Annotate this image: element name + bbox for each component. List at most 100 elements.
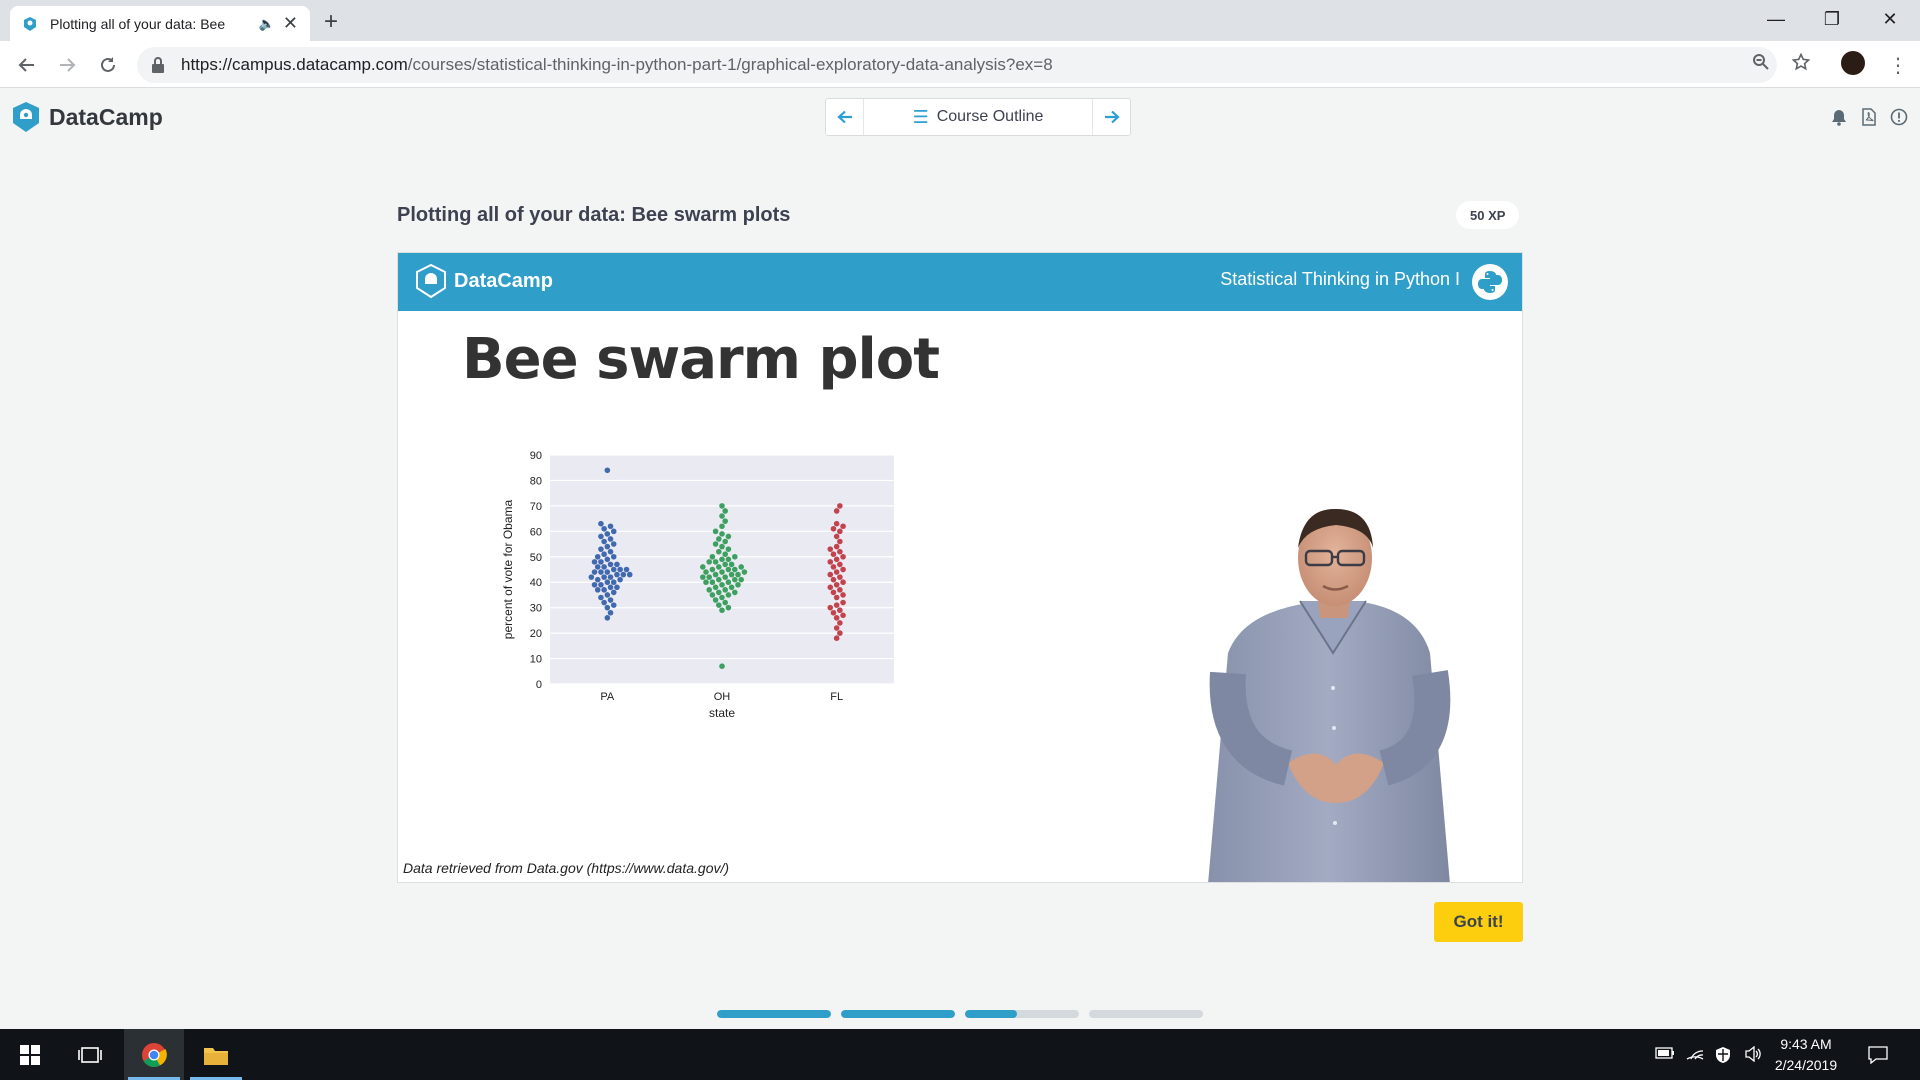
- swarm-point-pa: [610, 566, 617, 573]
- swarm-point-pa: [607, 523, 614, 530]
- swarm-point-pa: [591, 581, 598, 588]
- next-exercise-arrow-icon[interactable]: [1093, 99, 1130, 135]
- minimize-icon[interactable]: —: [1748, 4, 1804, 34]
- swarm-point-fl: [830, 609, 837, 616]
- chrome-taskbar-icon[interactable]: [124, 1029, 184, 1080]
- notifications-icon[interactable]: [1868, 1046, 1888, 1068]
- swarm-point-fl: [837, 620, 843, 626]
- swarm-point-oh: [709, 592, 716, 598]
- pdf-icon[interactable]: [1860, 108, 1878, 126]
- swarm-point-oh: [738, 576, 744, 583]
- swarm-point-pa: [607, 561, 614, 568]
- swarm-point-pa: [601, 538, 607, 545]
- zoom-icon[interactable]: [1752, 53, 1770, 76]
- speaker-icon[interactable]: 🔈: [259, 16, 275, 32]
- restore-icon[interactable]: ❐: [1804, 4, 1860, 34]
- y-tick-label: 50: [530, 552, 542, 564]
- swarm-point-fl: [837, 607, 843, 614]
- swarm-point-oh: [719, 531, 725, 537]
- swarm-point-pa: [607, 548, 614, 555]
- swarm-point-pa: [607, 597, 614, 603]
- prev-exercise-arrow-icon[interactable]: [826, 99, 863, 135]
- forward-icon[interactable]: [51, 49, 83, 81]
- got-it-button[interactable]: Got it!: [1434, 902, 1523, 942]
- video-slide[interactable]: DataCamp Statistical Thinking in Python …: [397, 252, 1523, 883]
- swarm-point-fl: [840, 592, 846, 598]
- wifi-icon[interactable]: [1686, 1046, 1704, 1064]
- swarm-point-oh: [732, 576, 738, 583]
- swarm-point-oh: [719, 543, 725, 550]
- swarm-point-fl: [837, 561, 843, 568]
- swarm-point-fl: [833, 594, 840, 601]
- course-outline-button[interactable]: ☰ Course Outline: [863, 99, 1093, 135]
- y-tick-label: 20: [530, 628, 542, 640]
- swarm-point-oh: [712, 597, 719, 603]
- swarm-point-oh: [728, 584, 735, 591]
- bell-icon[interactable]: [1830, 108, 1848, 126]
- swarm-point-fl: [833, 581, 840, 588]
- profile-avatar[interactable]: [1841, 51, 1865, 75]
- swarm-point-fl: [830, 551, 837, 558]
- battery-icon[interactable]: [1655, 1046, 1675, 1063]
- swarm-point-fl: [840, 523, 846, 530]
- task-view-icon[interactable]: [62, 1029, 118, 1080]
- back-icon[interactable]: [11, 49, 43, 81]
- swarm-point-oh: [722, 574, 728, 580]
- swarm-point-pa: [617, 576, 623, 583]
- swarm-point-fl: [840, 553, 846, 560]
- browser-tab[interactable]: Plotting all of your data: Bee 🔈 ✕: [10, 6, 310, 41]
- swarm-point-pa: [604, 604, 611, 611]
- swarm-point-pa: [610, 602, 617, 608]
- swarm-point-oh: [738, 564, 744, 570]
- swarm-point-pa: [598, 546, 604, 552]
- close-tab-icon[interactable]: ✕: [283, 13, 298, 34]
- datacamp-logo[interactable]: DataCamp: [11, 101, 163, 133]
- clock-date: 2/24/2019: [1774, 1057, 1838, 1073]
- window-close-icon[interactable]: ✕: [1862, 4, 1918, 34]
- system-clock[interactable]: 9:43 AM 2/24/2019: [1756, 1034, 1856, 1076]
- swarm-point-pa: [604, 579, 611, 586]
- y-tick-label: 0: [536, 679, 542, 691]
- swarm-point-pa: [598, 594, 604, 601]
- new-tab-icon[interactable]: +: [324, 8, 338, 36]
- swarm-point-oh: [700, 564, 706, 570]
- swarm-point-pa: [604, 592, 611, 598]
- swarm-point-fl: [833, 508, 840, 514]
- windows-taskbar: 9:43 AM 2/24/2019: [0, 1029, 1920, 1080]
- clock-time: 9:43 AM: [1780, 1036, 1832, 1052]
- swarm-point-fl: [837, 574, 843, 580]
- swarm-point-oh: [732, 566, 738, 573]
- swarm-point-pa: [604, 467, 611, 474]
- security-shield-icon[interactable]: [1715, 1046, 1731, 1068]
- swarm-point-pa: [591, 569, 598, 575]
- progress-segment-3: [965, 1010, 1079, 1018]
- reload-icon[interactable]: [92, 49, 124, 81]
- menu-icon[interactable]: ⋮: [1888, 53, 1908, 78]
- swarm-point-fl: [827, 571, 834, 578]
- swarm-point-oh: [725, 546, 732, 552]
- swarm-point-pa: [594, 553, 601, 560]
- swarm-point-fl: [833, 615, 840, 621]
- file-explorer-icon[interactable]: [186, 1029, 246, 1080]
- swarm-point-pa: [604, 615, 611, 621]
- swarm-point-pa: [623, 566, 630, 573]
- swarm-point-fl: [830, 564, 837, 570]
- xp-badge: 50 XP: [1456, 201, 1520, 229]
- swarm-point-pa: [601, 599, 607, 606]
- swarm-point-pa: [594, 587, 601, 593]
- swarm-point-oh: [719, 569, 725, 575]
- x-tick-label: FL: [830, 691, 843, 703]
- swarm-point-oh: [719, 594, 725, 601]
- x-axis-label: state: [709, 706, 735, 720]
- swarm-point-pa: [610, 541, 617, 547]
- swarm-point-oh: [716, 589, 722, 596]
- address-bar[interactable]: https://campus.datacamp.com/courses/stat…: [137, 47, 1777, 83]
- windows-start-icon[interactable]: [0, 1029, 60, 1080]
- star-icon[interactable]: [1791, 52, 1811, 76]
- progress-segment-2: [841, 1010, 955, 1018]
- alert-icon[interactable]: [1890, 108, 1908, 126]
- course-outline-nav: ☰ Course Outline: [825, 98, 1131, 136]
- swarm-point-oh: [712, 559, 719, 565]
- swarm-point-pa: [614, 561, 620, 568]
- x-tick-label: OH: [714, 691, 731, 703]
